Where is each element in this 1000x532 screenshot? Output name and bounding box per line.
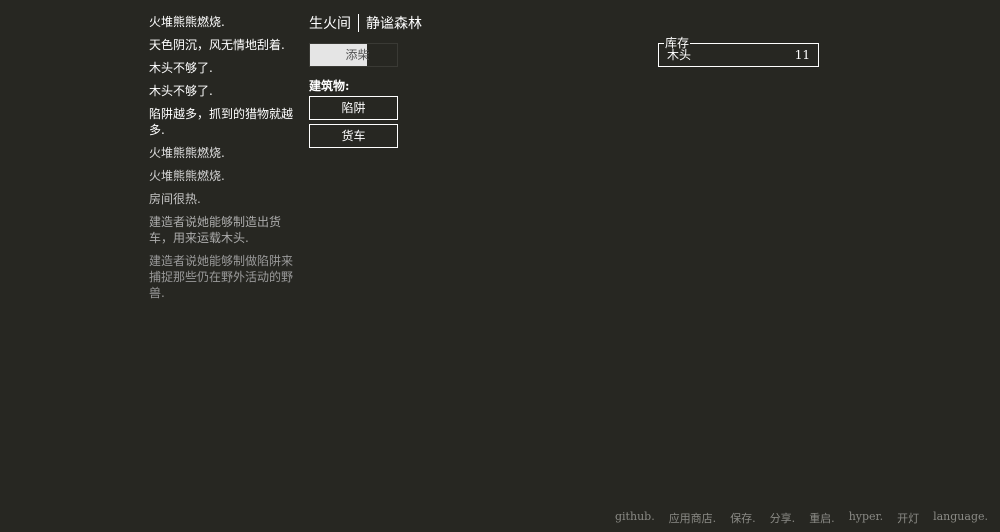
location-header: 生火间 静谧森林: [309, 13, 429, 33]
notification-item: 木头不够了.: [149, 84, 213, 98]
notification-item: 火堆熊熊燃烧.: [149, 146, 225, 160]
tab-room[interactable]: 生火间: [309, 13, 358, 33]
app-store-link[interactable]: 应用商店.: [669, 510, 717, 526]
github-link[interactable]: github.: [615, 510, 655, 526]
language-link[interactable]: language.: [933, 510, 988, 526]
store-item-name: 木头: [667, 48, 692, 62]
restart-link[interactable]: 重启.: [809, 510, 835, 526]
notification-item: 火堆熊熊燃烧.: [149, 169, 225, 183]
share-link[interactable]: 分享.: [770, 510, 796, 526]
lights-toggle[interactable]: 开灯: [897, 510, 919, 526]
notification-item: 建造者说她能够制做陷阱来捕捉那些仍在野外活动的野兽.: [149, 254, 294, 300]
notification-item: 陷阱越多，抓到的猎物就越多.: [149, 107, 294, 137]
build-trap-button[interactable]: 陷阱: [309, 96, 398, 120]
stoke-fire-label: 添柴: [345, 48, 370, 62]
store-row-wood: 木头 11: [667, 48, 810, 62]
notification-item: 建造者说她能够制造出货车，用来运载木头.: [149, 215, 282, 245]
notification-item: 火堆熊熊燃烧.: [149, 15, 225, 29]
notification-log: 火堆熊熊燃烧. 天色阴沉，风无情地刮着. 木头不够了. 木头不够了. 陷阱越多，…: [149, 14, 295, 308]
notification-item: 房间很热.: [149, 192, 201, 206]
stoke-fire-button[interactable]: 添柴: [309, 43, 398, 67]
notification-item: 天色阴沉，风无情地刮着.: [149, 38, 285, 52]
header-divider: [358, 14, 359, 32]
notification-item: 木头不够了.: [149, 61, 213, 75]
buildings-heading: 建筑物:: [309, 79, 350, 93]
build-cart-button[interactable]: 货车: [309, 124, 398, 148]
store-item-count: 11: [794, 48, 810, 62]
footer-menu: github. 应用商店. 保存. 分享. 重启. hyper. 开灯 lang…: [615, 510, 988, 526]
tab-forest[interactable]: 静谧森林: [366, 13, 429, 33]
game-screen: 火堆熊熊燃烧. 天色阴沉，风无情地刮着. 木头不够了. 木头不够了. 陷阱越多，…: [0, 0, 1000, 532]
stores-panel: 库存 木头 11: [658, 36, 819, 67]
save-link[interactable]: 保存.: [730, 510, 756, 526]
hyper-link[interactable]: hyper.: [849, 510, 883, 526]
